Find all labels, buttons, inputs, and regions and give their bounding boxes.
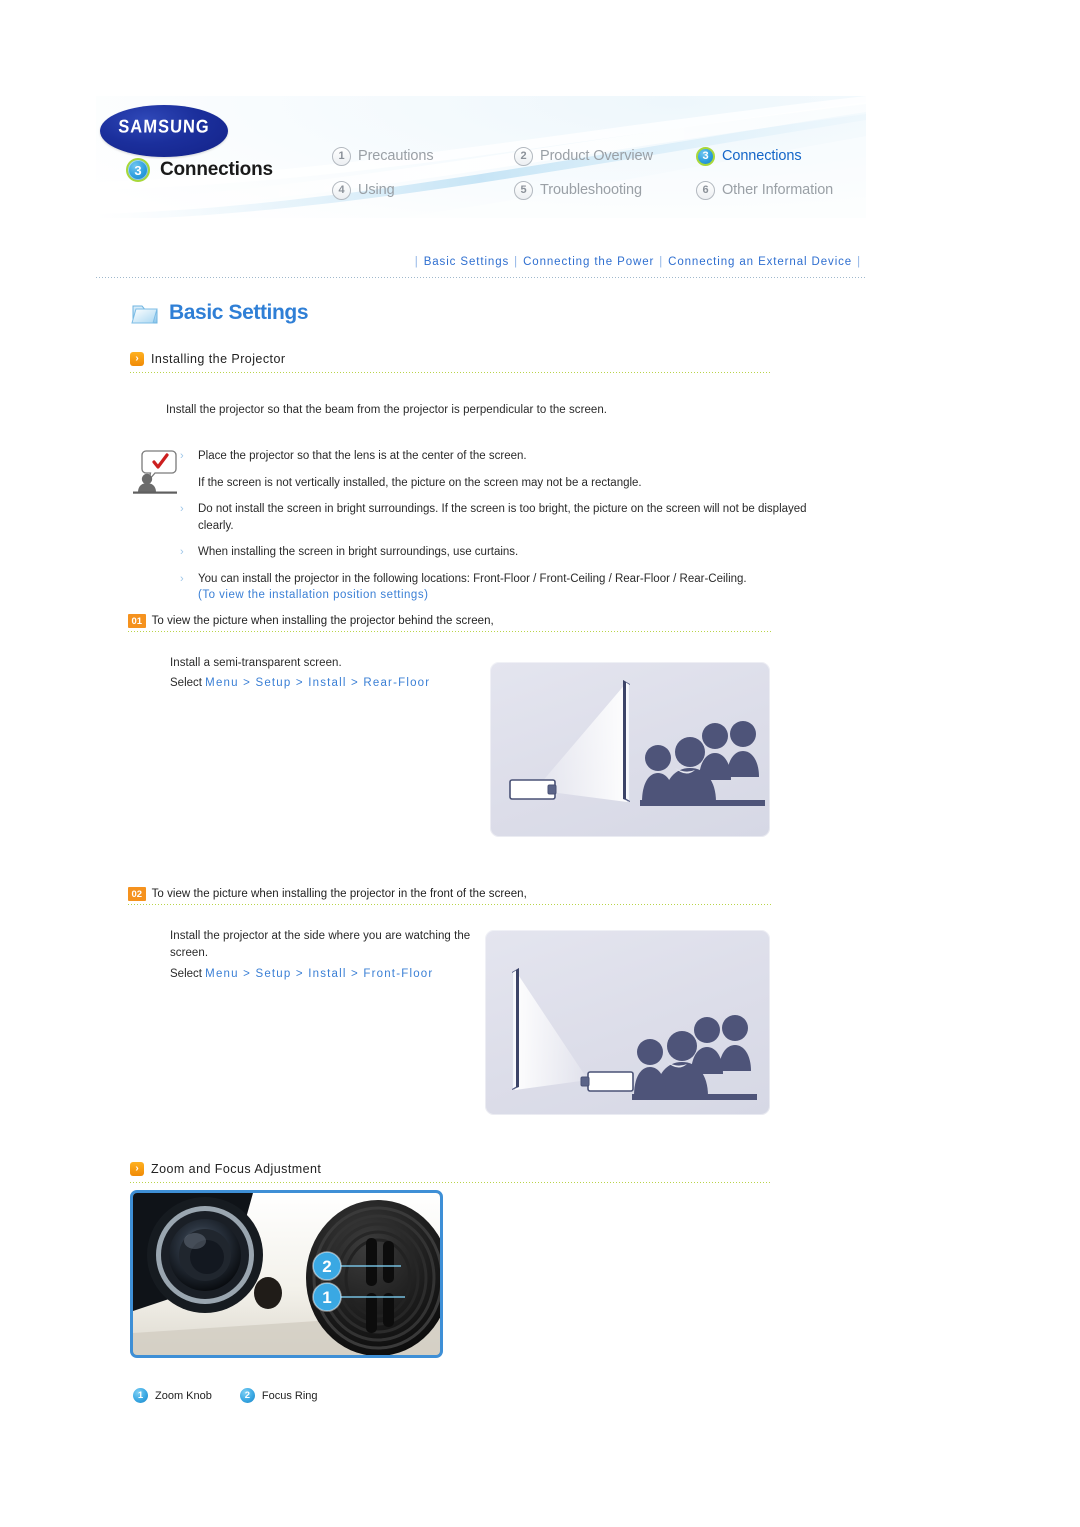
section-number-badge: 3 <box>126 158 150 182</box>
step-01-line1: Install a semi-transparent screen. <box>170 657 342 669</box>
link-separator-3: | <box>857 256 861 268</box>
note-chevron-icon: › <box>180 546 184 558</box>
link-basic-settings[interactable]: Basic Settings <box>424 256 509 268</box>
step-02-menu-path: Menu > Setup > Install > Front-Floor <box>205 968 434 980</box>
step-02-badge: 02 <box>128 887 146 901</box>
legend-badge-1: 1 <box>133 1388 148 1403</box>
nav-number-2: 2 <box>514 146 533 166</box>
nav-item-connections[interactable]: 3 Connections <box>696 140 866 172</box>
svg-text:2: 2 <box>322 1257 331 1276</box>
nav-item-using[interactable]: 4 Using <box>332 174 510 206</box>
link-connecting-the-power[interactable]: Connecting the Power <box>523 256 654 268</box>
note-chevron-icon: › <box>180 503 184 515</box>
heading-zoom-focus-text: Zoom and Focus Adjustment <box>151 1162 322 1176</box>
note-item: If the screen is not vertically installe… <box>180 475 840 492</box>
step-02-select-line: Select Menu > Setup > Install > Front-Fl… <box>170 968 433 980</box>
step-01-title: To view the picture when installing the … <box>151 615 494 627</box>
rear-floor-diagram <box>509 680 765 806</box>
note-text: You can install the projector in the fol… <box>198 572 747 585</box>
step-02-rule <box>128 904 773 905</box>
page-title: Basic Settings <box>130 300 309 326</box>
photo-legend: 1 Zoom Knob 2 Focus Ring <box>133 1388 318 1403</box>
current-section-breadcrumb: 3 Connections <box>126 158 273 182</box>
chapter-nav: 1 Precautions 2 Product Overview 3 Conne… <box>332 140 866 206</box>
step-01-badge: 01 <box>128 614 146 628</box>
installation-position-link[interactable]: To view the installation position settin… <box>202 589 424 601</box>
header-divider <box>96 277 866 278</box>
nav-label-troubleshooting: Troubleshooting <box>540 182 642 198</box>
installing-notes-list: › Place the projector so that the lens i… <box>180 448 840 614</box>
front-floor-diagram <box>512 968 757 1100</box>
nav-number-3: 3 <box>696 146 715 166</box>
page-title-text: Basic Settings <box>169 301 309 324</box>
projector-photo: 2 1 <box>130 1190 443 1358</box>
subsection-links: | Basic Settings | Connecting the Power | Con… <box>96 256 866 268</box>
nav-item-troubleshooting[interactable]: 5 Troubleshooting <box>514 174 692 206</box>
nav-label-other-information: Other Information <box>722 182 834 198</box>
link-separator-2: | <box>659 256 664 268</box>
legend-label-focus-ring: Focus Ring <box>261 1389 318 1402</box>
nav-item-precautions[interactable]: 1 Precautions <box>332 140 510 172</box>
note-text: If the screen is not vertically installe… <box>198 476 642 489</box>
rear-floor-illustration <box>490 662 770 837</box>
chevron-right-icon: › <box>130 1162 144 1176</box>
nav-number-6: 6 <box>696 180 715 200</box>
legend-label-zoom-knob: Zoom Knob <box>155 1389 212 1402</box>
front-floor-illustration <box>485 930 770 1115</box>
note-item: › When installing the screen in bright s… <box>180 544 840 561</box>
note-item: › Do not install the screen in bright su… <box>180 501 840 534</box>
step-01-select-prefix: Select <box>170 677 206 689</box>
step-02-select-prefix: Select <box>170 968 206 980</box>
note-chevron-icon <box>180 475 190 492</box>
header-banner: SAMSUNG 3 Connections 1 Precautions 2 Pr… <box>96 96 866 218</box>
svg-text:1: 1 <box>322 1288 331 1307</box>
nav-label-precautions: Precautions <box>358 148 434 164</box>
nav-label-product-overview: Product Overview <box>540 148 653 164</box>
step-01-menu-path: Menu > Setup > Install > Rear-Floor <box>205 677 431 689</box>
nav-number-1: 1 <box>332 146 351 166</box>
note-chevron-icon: › <box>180 572 184 585</box>
note-text: Do not install the screen in bright surr… <box>198 503 807 532</box>
note-person-icon <box>133 450 177 494</box>
note-chevron-icon: › <box>180 450 184 462</box>
projector-photo-graphic: 2 1 <box>133 1193 440 1355</box>
chevron-right-icon: › <box>130 352 144 366</box>
heading-installing-the-projector: › Installing the Projector <box>130 352 770 366</box>
section-title-label: Connections <box>160 159 273 180</box>
samsung-logo-text: SAMSUNG <box>117 116 211 138</box>
heading-rule-zoom-focus <box>130 1182 770 1183</box>
legend-badge-2: 2 <box>239 1388 255 1403</box>
nav-label-connections: Connections <box>722 148 802 164</box>
heading-zoom-and-focus: › Zoom and Focus Adjustment <box>130 1162 770 1176</box>
heading-rule-installing <box>130 372 770 373</box>
step-02-line1: Install the projector at the side where … <box>170 930 471 959</box>
folder-icon <box>131 305 158 324</box>
heading-installing-text: Installing the Projector <box>151 352 286 366</box>
link-separator-1: | <box>514 256 519 268</box>
link-connecting-external-device[interactable]: Connecting an External Device <box>668 256 852 268</box>
nav-item-product-overview[interactable]: 2 Product Overview <box>514 140 692 172</box>
note-text: When installing the screen in bright sur… <box>198 546 519 558</box>
nav-item-other-information[interactable]: 6 Other Information <box>696 174 866 206</box>
manual-page: SAMSUNG 3 Connections 1 Precautions 2 Pr… <box>0 0 1080 1527</box>
installing-intro-text: Install the projector so that the beam f… <box>166 404 608 416</box>
link-separator-0: | <box>414 256 419 268</box>
note-link-suffix: ) <box>424 589 429 601</box>
step-01-select-line: Select Menu > Setup > Install > Rear-Flo… <box>170 677 430 689</box>
step-02-heading: 02 To view the picture when installing t… <box>128 887 773 901</box>
step-01-heading: 01 To view the picture when installing t… <box>128 614 773 628</box>
note-item: › You can install the projector in the f… <box>180 571 840 604</box>
nav-number-4: 4 <box>332 180 351 200</box>
note-text: Place the projector so that the lens is … <box>198 450 527 462</box>
note-item: › Place the projector so that the lens i… <box>180 448 840 465</box>
nav-label-using: Using <box>358 182 395 198</box>
step-02-title: To view the picture when installing the … <box>151 888 527 900</box>
nav-number-5: 5 <box>514 180 533 200</box>
step-01-rule <box>128 631 773 632</box>
